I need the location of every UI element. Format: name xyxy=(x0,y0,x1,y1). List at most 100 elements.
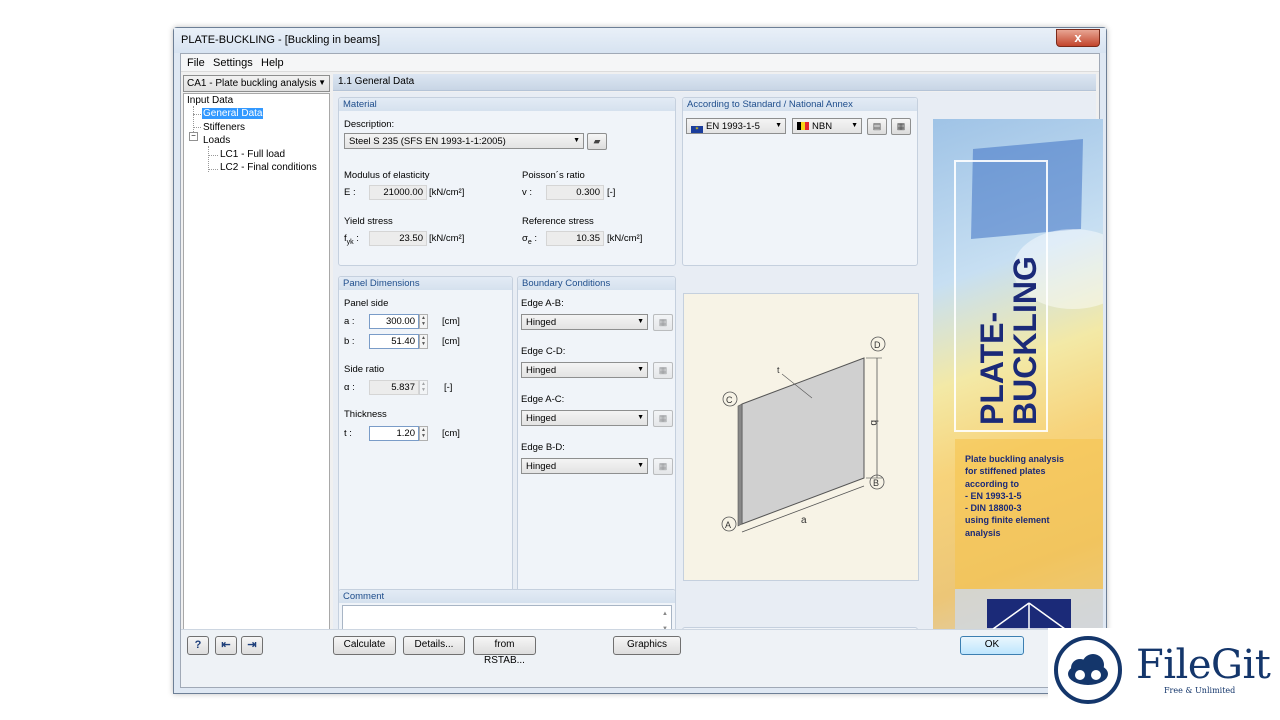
banner-desc-line: using finite element xyxy=(965,515,1050,525)
ok-button[interactable]: OK xyxy=(960,636,1024,655)
tree-item-loads[interactable]: Loads xyxy=(203,135,230,146)
next-button[interactable]: ⇥ xyxy=(241,636,263,655)
menu-settings[interactable]: Settings xyxy=(213,57,253,69)
a-input[interactable]: 300.00 xyxy=(369,314,419,329)
tree-item-general-data[interactable]: General Data xyxy=(202,108,264,119)
banner-desc-line: Plate buckling analysis xyxy=(965,454,1064,464)
material-description-value: Steel S 235 (SFS EN 1993-1-1:2005) xyxy=(349,136,506,147)
national-annex-select[interactable]: NBN ▼ xyxy=(792,118,862,134)
node-a-label: A xyxy=(725,520,731,530)
standard-select[interactable]: ✶ EN 1993-1-5 ▼ xyxy=(686,118,786,134)
case-select[interactable]: CA1 - Plate buckling analysis ▼ xyxy=(183,75,330,92)
edit-annex-button[interactable]: ▦ xyxy=(891,118,911,135)
poisson-label: Poisson´s ratio xyxy=(522,170,585,181)
edge-bd-select[interactable]: Hinged ▼ xyxy=(521,458,648,474)
menu-bar: File Settings Help xyxy=(181,54,1099,72)
chevron-down-icon: ▼ xyxy=(775,122,782,129)
chevron-down-icon: ▼ xyxy=(637,318,644,325)
bottom-toolbar: ? ⇤ ⇥ Calculate Details... from RSTAB...… xyxy=(181,629,1099,687)
menu-help[interactable]: Help xyxy=(261,57,284,69)
sigma-field: 10.35 xyxy=(546,231,604,246)
plate-face xyxy=(741,357,865,525)
edge-ab-select[interactable]: Hinged ▼ xyxy=(521,314,648,330)
boundary-conditions-title: Boundary Conditions xyxy=(518,277,675,290)
v-unit: [-] xyxy=(607,187,616,198)
dim-b-text: b xyxy=(868,420,879,426)
node-c-label: C xyxy=(726,395,733,405)
help-button[interactable]: ? xyxy=(187,636,209,655)
chevron-down-icon: ▼ xyxy=(573,137,580,144)
yield-label: Yield stress xyxy=(344,216,393,227)
cloud-icon xyxy=(1068,654,1108,685)
case-select-value: CA1 - Plate buckling analysis xyxy=(187,78,317,89)
tree-item-stiffeners[interactable]: Stiffeners xyxy=(203,122,245,133)
edge-bd-edit-button[interactable]: ▦ xyxy=(653,458,673,475)
previous-button[interactable]: ⇤ xyxy=(215,636,237,655)
graphics-button[interactable]: Graphics xyxy=(613,636,681,655)
e-unit: [kN/cm²] xyxy=(429,187,465,198)
a-symbol: a : xyxy=(344,316,355,327)
b-input[interactable]: 51.40 xyxy=(369,334,419,349)
boundary-conditions-group: Boundary Conditions Edge A-B: Hinged ▼ ▦ … xyxy=(517,276,676,619)
chevron-down-icon: ▼ xyxy=(637,462,644,469)
fyk-symbol: fyk : xyxy=(344,233,359,246)
t-unit: [cm] xyxy=(442,428,460,439)
from-rstab-button[interactable]: from RSTAB... xyxy=(473,636,536,666)
watermark-name: FileGit xyxy=(1136,642,1271,688)
panel-side-label: Panel side xyxy=(344,298,389,309)
sigma-symbol: σe : xyxy=(522,233,538,246)
side-ratio-label: Side ratio xyxy=(344,364,385,375)
a-spin-button[interactable]: ▲ ▼ xyxy=(419,314,428,329)
node-d-label: D xyxy=(874,340,881,350)
edge-ac-edit-button[interactable]: ▦ xyxy=(653,410,673,427)
menu-file[interactable]: File xyxy=(187,57,205,69)
standard-group: According to Standard / National Annex ✶… xyxy=(682,97,918,266)
belgium-flag-icon xyxy=(797,122,809,130)
arrow-left-icon: ⇤ xyxy=(221,639,231,651)
window-title: PLATE-BUCKLING - [Buckling in beams] xyxy=(181,34,381,46)
app-window: PLATE-BUCKLING - [Buckling in beams] x F… xyxy=(173,27,1107,694)
tree-item-input-data[interactable]: Input Data xyxy=(187,95,233,106)
new-document-icon: ▤ xyxy=(872,121,882,131)
edge-cd-select[interactable]: Hinged ▼ xyxy=(521,362,648,378)
tree-item-lc2[interactable]: LC2 - Final conditions xyxy=(220,162,317,173)
v-field: 0.300 xyxy=(546,185,604,200)
new-annex-button[interactable]: ▤ xyxy=(867,118,887,135)
panel-dimensions-group: Panel Dimensions Panel side a : 300.00 ▲… xyxy=(338,276,513,619)
banner-desc-line: analysis xyxy=(965,528,1001,538)
details-button[interactable]: Details... xyxy=(403,636,465,655)
material-library-button[interactable]: ▰ xyxy=(587,133,607,150)
chevron-down-icon: ▼ xyxy=(851,122,858,129)
banner-desc-line: according to xyxy=(965,479,1020,489)
alpha-spin-button: ▲ ▼ xyxy=(419,380,428,395)
edit-icon: ▦ xyxy=(658,365,668,375)
close-button[interactable]: x xyxy=(1056,29,1100,47)
watermark: FileGit Free & Unlimited xyxy=(1048,628,1280,720)
chevron-down-icon: ▼ xyxy=(318,78,326,87)
watermark-tagline: Free & Unlimited xyxy=(1164,686,1236,695)
product-banner: PLATE- BUCKLING Plate buckling analysis … xyxy=(933,119,1103,660)
title-bar[interactable]: PLATE-BUCKLING - [Buckling in beams] x xyxy=(174,28,1106,53)
collapse-icon[interactable]: − xyxy=(189,132,198,141)
eu-flag-icon: ✶ xyxy=(691,126,703,133)
b-spin-button[interactable]: ▲ ▼ xyxy=(419,334,428,349)
comment-title: Comment xyxy=(339,590,675,603)
banner-solar-panel xyxy=(971,139,1083,239)
t-spin-button[interactable]: ▲ ▼ xyxy=(419,426,428,441)
edge-ac-select[interactable]: Hinged ▼ xyxy=(521,410,648,426)
reference-stress-label: Reference stress xyxy=(522,216,594,227)
book-icon: ▰ xyxy=(593,136,601,146)
calculate-button[interactable]: Calculate xyxy=(333,636,396,655)
material-description-select[interactable]: Steel S 235 (SFS EN 1993-1-1:2005) ▼ xyxy=(344,133,584,149)
t-input[interactable]: 1.20 xyxy=(369,426,419,441)
client-area: File Settings Help CA1 - Plate buckling … xyxy=(180,53,1103,688)
edge-cd-value: Hinged xyxy=(526,365,557,376)
tree-item-lc1[interactable]: LC1 - Full load xyxy=(220,149,285,160)
edge-ac-value: Hinged xyxy=(526,413,557,424)
section-header: 1.1 General Data xyxy=(333,74,1096,91)
edge-ab-edit-button[interactable]: ▦ xyxy=(653,314,673,331)
material-title: Material xyxy=(339,98,675,111)
edge-cd-edit-button[interactable]: ▦ xyxy=(653,362,673,379)
plate-diagram: a b t A B C D xyxy=(683,293,919,581)
edit-icon: ▦ xyxy=(658,461,668,471)
